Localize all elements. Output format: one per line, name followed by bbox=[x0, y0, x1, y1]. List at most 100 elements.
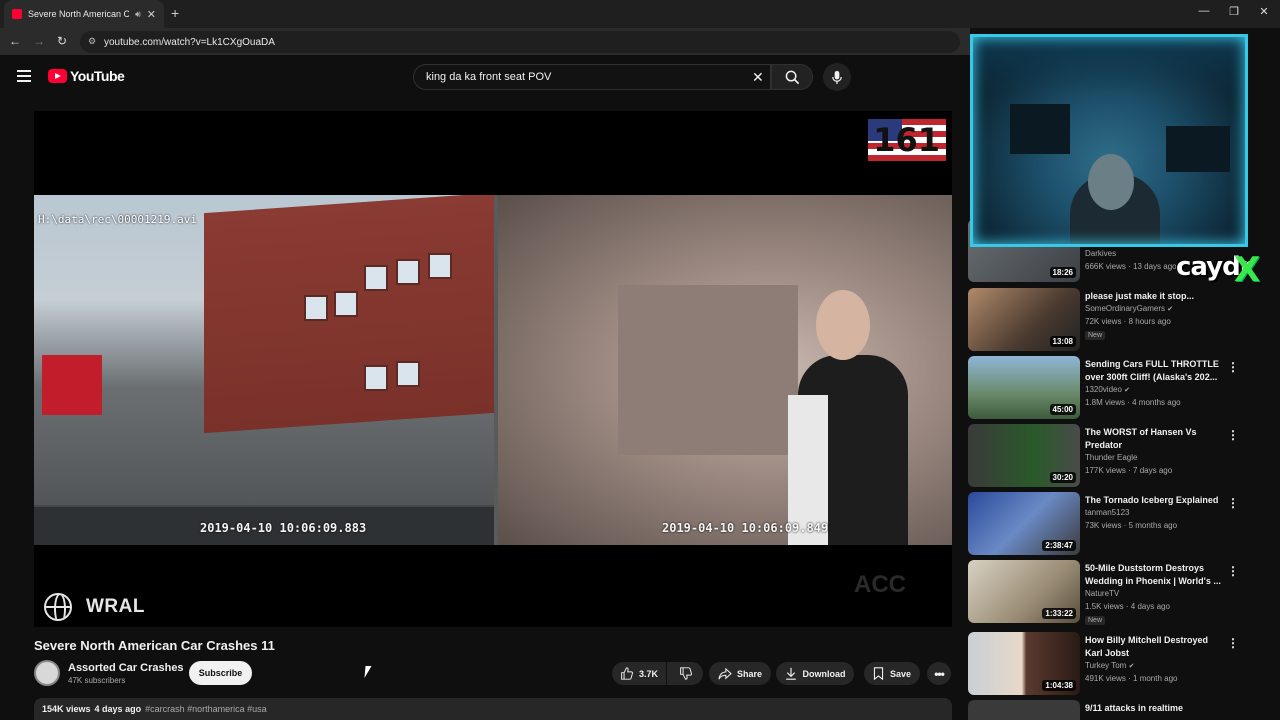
clear-search-icon[interactable]: ✕ bbox=[752, 69, 764, 86]
more-options-icon[interactable]: ⋮ bbox=[1227, 360, 1239, 374]
video-thumbnail[interactable] bbox=[968, 700, 1080, 720]
duration-badge: 2:38:47 bbox=[1042, 540, 1076, 551]
forward-icon[interactable]: → bbox=[33, 34, 45, 48]
recommendation-item[interactable]: 1:04:38 How Billy Mitchell Destroyed Kar… bbox=[968, 632, 1268, 698]
fire-truck bbox=[42, 355, 102, 415]
channel-name[interactable]: Assorted Car Crashes bbox=[68, 662, 184, 674]
more-actions-button[interactable]: ••• bbox=[927, 662, 951, 685]
back-icon[interactable]: ← bbox=[9, 34, 21, 48]
subscribe-button[interactable]: Subscribe bbox=[189, 661, 252, 685]
video-title: Severe North American Car Crashes 11 bbox=[34, 638, 275, 653]
building-window bbox=[364, 365, 388, 391]
video-thumbnail[interactable]: 13:08 bbox=[968, 288, 1080, 351]
video-thumbnail[interactable]: 45:00 bbox=[968, 356, 1080, 419]
window-close-icon[interactable]: ✕ bbox=[1256, 5, 1272, 18]
download-label: Download bbox=[802, 668, 846, 679]
video-player[interactable]: 161 H:\data\rec\00001219.avi 2019-04-10 … bbox=[34, 111, 952, 627]
duration-badge: 45:00 bbox=[1049, 404, 1076, 415]
save-button[interactable]: Save bbox=[864, 662, 920, 685]
bus-aisle bbox=[618, 285, 798, 455]
building-window bbox=[396, 361, 420, 387]
description-box[interactable]: 154K views 4 days ago #carcrash #northam… bbox=[34, 698, 952, 720]
thumbs-down-icon bbox=[679, 667, 692, 680]
channel-watermark: ACC bbox=[854, 571, 906, 598]
more-options-icon[interactable]: ⋮ bbox=[1227, 636, 1239, 650]
tab-close-icon[interactable]: ✕ bbox=[147, 8, 156, 21]
minimize-icon[interactable]: — bbox=[1196, 5, 1212, 17]
youtube-logo[interactable]: YouTube bbox=[48, 68, 125, 84]
dislike-button[interactable] bbox=[667, 662, 703, 685]
tab-title: Severe North American Car bbox=[28, 9, 130, 19]
more-options-icon[interactable]: ⋮ bbox=[1227, 496, 1239, 510]
youtube-wordmark: YouTube bbox=[70, 68, 125, 84]
recommendation-item[interactable]: 9/11 attacks in realtime bbox=[968, 700, 1268, 720]
search-input[interactable]: king da ka front seat POV bbox=[413, 64, 771, 90]
channel-avatar[interactable] bbox=[34, 660, 60, 686]
counter-value: 161 bbox=[873, 121, 940, 159]
view-count: 154K views bbox=[42, 704, 91, 714]
hashtags[interactable]: #carcrash #northamerica #usa bbox=[145, 704, 267, 714]
rec-channel: SomeOrdinaryGamers ✔ bbox=[1085, 304, 1174, 313]
rec-meta: 73K views · 5 months ago bbox=[1085, 521, 1178, 530]
duration-badge: 30:20 bbox=[1049, 472, 1076, 483]
browser-tab-bar: Severe North American Car 🔊︎ ✕ + — ❐ ✕ bbox=[0, 0, 1280, 28]
building-window bbox=[334, 291, 358, 317]
save-label: Save bbox=[889, 668, 912, 679]
verified-icon: ✔ bbox=[1167, 306, 1174, 313]
recommendation-item[interactable]: 13:08 please just make it stop... SomeOr… bbox=[968, 288, 1268, 354]
hamburger-menu-icon[interactable] bbox=[17, 70, 31, 82]
verified-icon: ✔ bbox=[1124, 387, 1131, 394]
site-info-icon[interactable]: ⚙︎ bbox=[88, 36, 96, 47]
like-button[interactable]: 3.7K bbox=[612, 662, 666, 685]
speaker-icon[interactable]: 🔊︎ bbox=[135, 9, 141, 20]
search-icon bbox=[785, 70, 799, 84]
recommendation-item[interactable]: 1:33:22 50-Mile Duststorm Destroys Weddi… bbox=[968, 560, 1268, 626]
rec-meta: 1.5K views · 4 days ago bbox=[1085, 602, 1170, 611]
streamer-webcam bbox=[970, 34, 1248, 247]
search-button[interactable] bbox=[771, 64, 813, 90]
browser-nav-bar: ← → ↻ ⚙︎ youtube.com/watch?v=Lk1CXgOuaDA bbox=[0, 28, 970, 55]
search-query: king da ka front seat POV bbox=[426, 71, 552, 83]
restore-icon[interactable]: ❐ bbox=[1226, 5, 1242, 18]
dashcam-frame: H:\data\rec\00001219.avi 2019-04-10 10:0… bbox=[34, 195, 952, 545]
building-window bbox=[428, 253, 452, 279]
webcam-border bbox=[970, 34, 1248, 247]
building-window bbox=[396, 259, 420, 285]
rec-title: 50-Mile Duststorm Destroys Wedding in Ph… bbox=[1085, 563, 1221, 586]
rec-title: Sending Cars FULL THROTTLE over 300ft Cl… bbox=[1085, 359, 1219, 382]
recommendation-item[interactable]: 30:20 The WORST of Hansen Vs Predator Th… bbox=[968, 424, 1268, 490]
file-path-overlay: H:\data\rec\00001219.avi bbox=[38, 213, 197, 226]
left-camera-timestamp: 2019-04-10 10:06:09.883 bbox=[200, 521, 367, 535]
rec-meta: 177K views · 7 days ago bbox=[1085, 466, 1173, 475]
new-tab-button[interactable]: + bbox=[171, 5, 179, 21]
rec-meta: 666K views · 13 days ago bbox=[1085, 262, 1177, 271]
reload-icon[interactable]: ↻ bbox=[57, 34, 67, 48]
driver-head bbox=[816, 290, 870, 360]
more-options-icon[interactable]: ⋮ bbox=[1227, 564, 1239, 578]
rec-title: 9/11 attacks in realtime bbox=[1085, 703, 1184, 713]
rec-channel: tanman5123 bbox=[1085, 508, 1130, 517]
video-thumbnail[interactable]: 1:33:22 bbox=[968, 560, 1080, 623]
recommendation-item[interactable]: 2:38:47 The Tornado Iceberg Explained ta… bbox=[968, 492, 1268, 558]
microphone-icon bbox=[832, 70, 842, 84]
duration-badge: 13:08 bbox=[1049, 336, 1076, 347]
share-button[interactable]: Share bbox=[709, 662, 771, 685]
download-button[interactable]: Download bbox=[776, 662, 854, 685]
building-window bbox=[304, 295, 328, 321]
video-thumbnail[interactable]: 1:04:38 bbox=[968, 632, 1080, 695]
recommendation-item[interactable]: 45:00 Sending Cars FULL THROTTLE over 30… bbox=[968, 356, 1268, 422]
duration-badge: 1:33:22 bbox=[1042, 608, 1076, 619]
subscriber-count: 47K subscribers bbox=[68, 676, 126, 685]
mouse-cursor bbox=[364, 666, 372, 678]
more-options-icon[interactable]: ⋮ bbox=[1227, 428, 1239, 442]
voice-search-button[interactable] bbox=[823, 63, 851, 91]
video-thumbnail[interactable]: 30:20 bbox=[968, 424, 1080, 487]
video-thumbnail[interactable]: 2:38:47 bbox=[968, 492, 1080, 555]
verified-icon: ✔ bbox=[1128, 663, 1135, 670]
upload-age: 4 days ago bbox=[94, 704, 142, 714]
browser-tab[interactable]: Severe North American Car 🔊︎ ✕ bbox=[4, 0, 164, 28]
right-camera-timestamp: 2019-04-10 10:06:09.849 bbox=[662, 521, 829, 535]
address-bar[interactable]: ⚙︎ youtube.com/watch?v=Lk1CXgOuaDA bbox=[80, 31, 960, 53]
share-label: Share bbox=[736, 668, 762, 679]
rec-title: The WORST of Hansen Vs Predator bbox=[1085, 427, 1197, 450]
